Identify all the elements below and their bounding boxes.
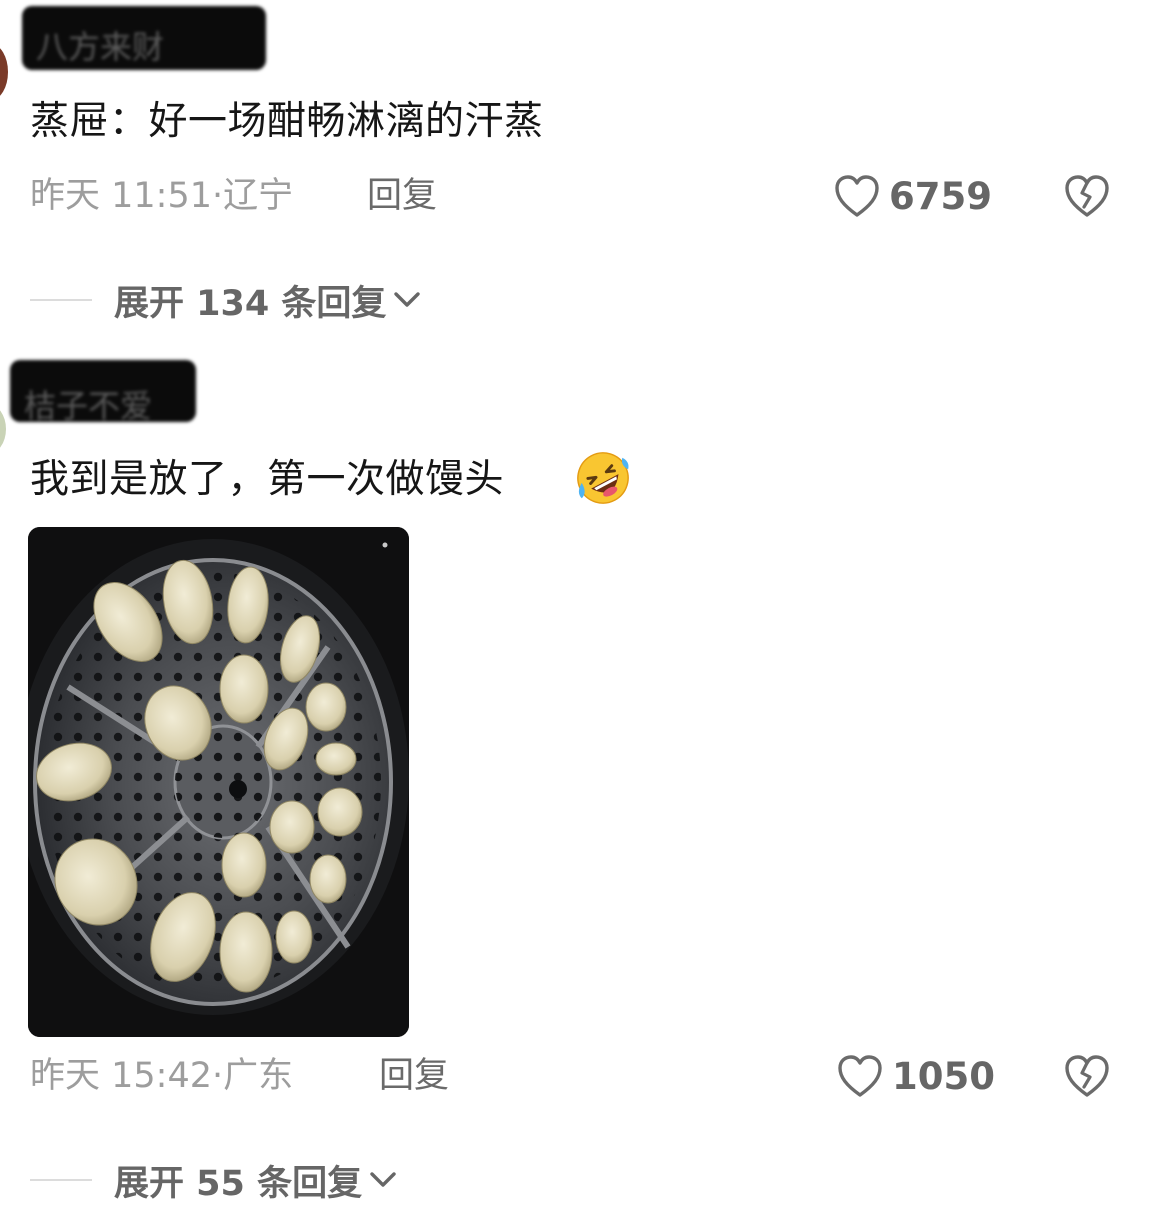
username-redacted[interactable]: 八方来财 (22, 6, 266, 70)
rolling-on-floor-laughing-emoji (577, 452, 629, 504)
steamer-photo (28, 527, 409, 1037)
comment-location: 广东 (223, 1056, 294, 1096)
comment-time: 昨天 15:42 (30, 1056, 212, 1096)
username: 桔子不爱 (24, 387, 153, 422)
expand-replies-label: 展开 55 条回复 (114, 1163, 363, 1204)
meta-separator: · (212, 1056, 224, 1096)
comment-text: 蒸屉：好一场酣畅淋漓的汗蒸 (30, 99, 544, 144)
dislike-button[interactable] (1063, 1053, 1111, 1103)
comment-time: 昨天 11:51 (30, 176, 212, 216)
heart-outline-icon (838, 1055, 882, 1097)
avatar[interactable] (0, 44, 8, 100)
divider-line (30, 1179, 92, 1181)
username-redacted[interactable]: 桔子不爱 (10, 360, 196, 422)
comment-meta: 昨天 15:42·广东 (30, 1052, 293, 1100)
username: 八方来财 (36, 28, 165, 66)
like-button[interactable]: 1050 (836, 1050, 995, 1102)
dislike-button[interactable] (1063, 173, 1111, 223)
broken-heart-icon (1065, 175, 1109, 217)
expand-replies-button[interactable]: 展开 55 条回复 (30, 1156, 400, 1204)
like-count: 6759 (889, 174, 992, 218)
comment-text: 我到是放了，第一次做馒头 (30, 457, 505, 502)
divider-line (30, 299, 92, 301)
meta-separator: · (212, 176, 224, 216)
reply-button[interactable]: 回复 (367, 172, 437, 220)
like-button[interactable]: 6759 (833, 170, 992, 222)
comment-meta: 昨天 11:51·辽宁 (30, 172, 293, 220)
chevron-down-icon (394, 292, 421, 307)
broken-heart-icon (1065, 1055, 1109, 1097)
comment-location: 辽宁 (223, 176, 294, 216)
like-count: 1050 (892, 1054, 995, 1098)
expand-replies-label: 展开 134 条回复 (114, 283, 387, 324)
reply-button[interactable]: 回复 (379, 1052, 449, 1100)
chevron-down-icon (370, 1172, 396, 1187)
expand-replies-button[interactable]: 展开 134 条回复 (30, 276, 424, 324)
comment-image[interactable] (28, 527, 409, 1037)
heart-outline-icon (835, 175, 879, 217)
avatar[interactable] (0, 404, 6, 454)
